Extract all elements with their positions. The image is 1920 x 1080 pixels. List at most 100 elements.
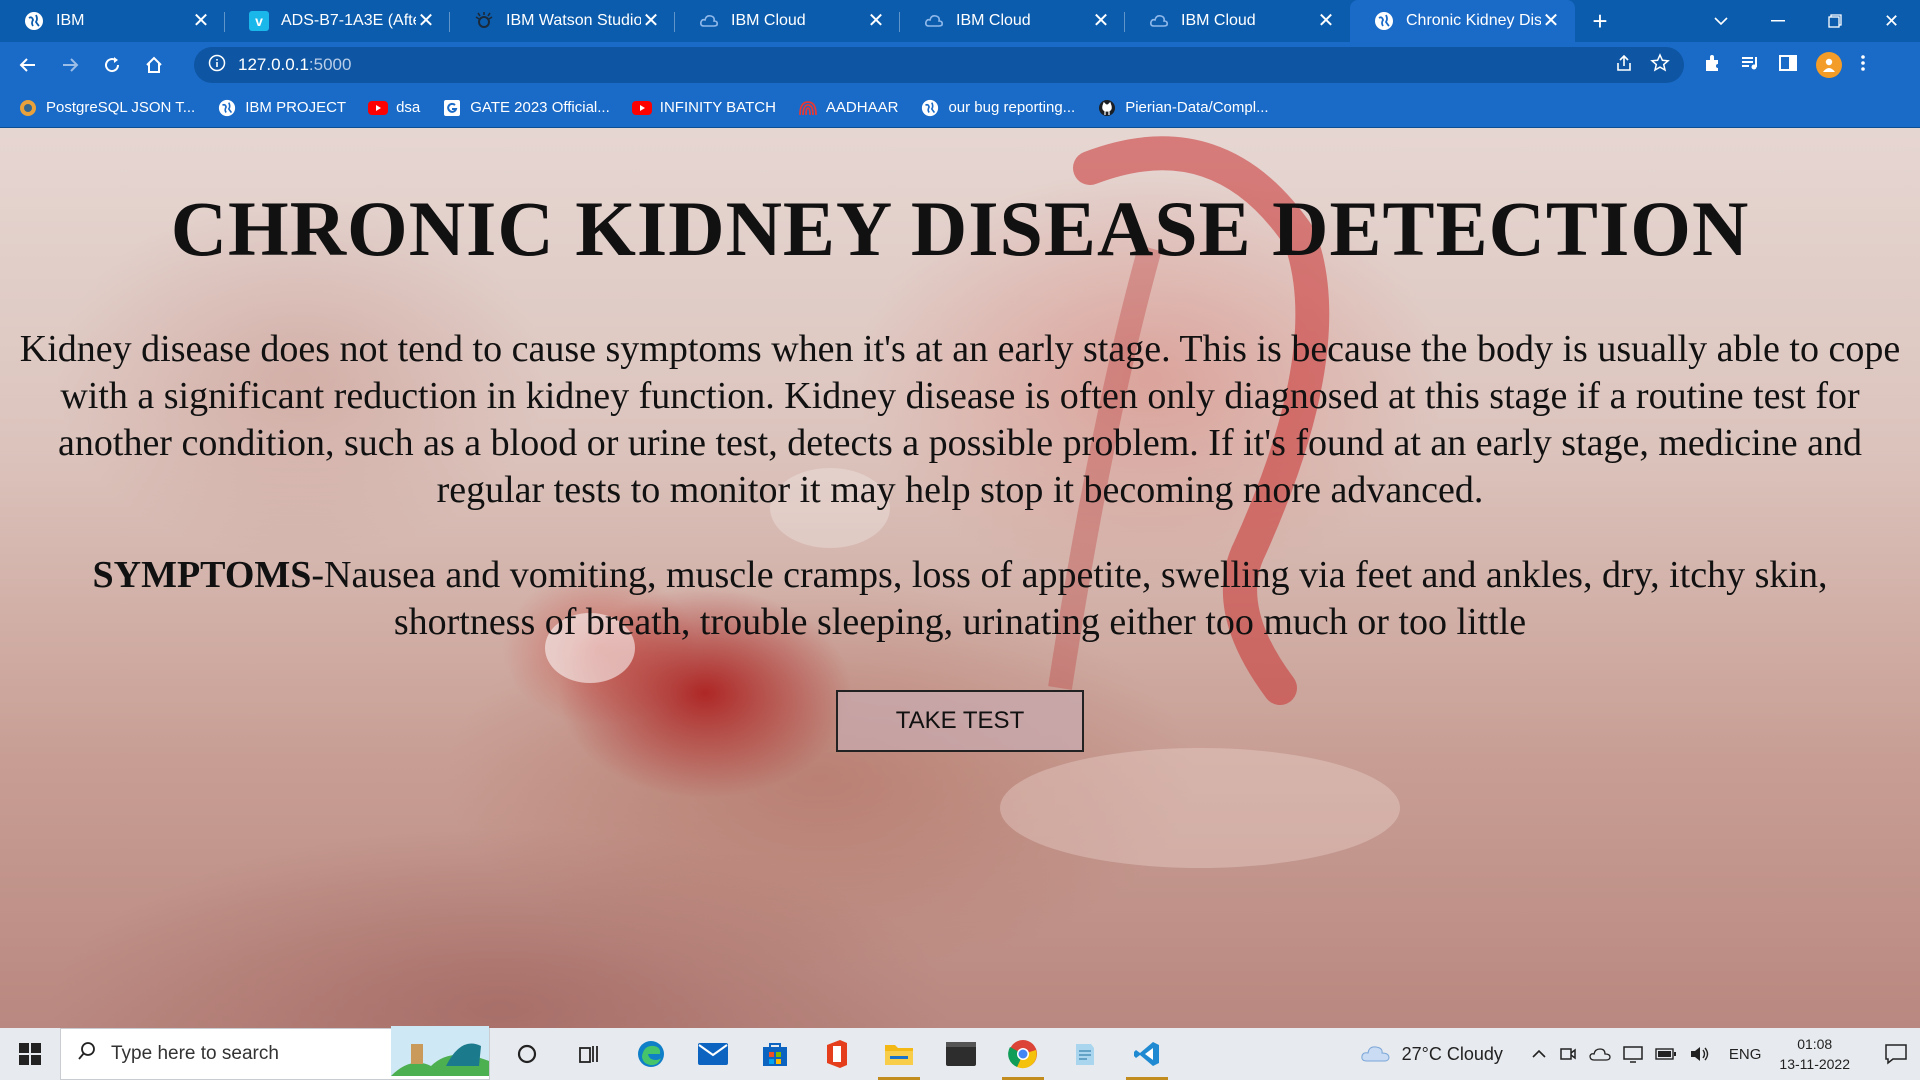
close-window-icon[interactable]: ✕ <box>1863 0 1920 42</box>
tab-title: IBM Watson Studio <box>506 12 641 29</box>
tab-title: IBM Cloud <box>956 12 1031 29</box>
close-icon[interactable]: ✕ <box>416 11 436 31</box>
extensions-icon[interactable] <box>1702 53 1722 78</box>
close-icon[interactable]: ✕ <box>641 11 661 31</box>
onedrive-icon[interactable] <box>1589 1047 1611 1061</box>
new-tab-button[interactable]: + <box>1575 0 1625 42</box>
close-icon[interactable]: ✕ <box>1316 11 1336 31</box>
task-view-icon[interactable] <box>558 1028 620 1080</box>
bookmark-label: dsa <box>396 99 421 116</box>
search-placeholder: Type here to search <box>111 1043 279 1064</box>
store-icon[interactable] <box>744 1028 806 1080</box>
media-queue-icon[interactable] <box>1740 53 1760 78</box>
tab-title: ADS-B7-1A3E (Aftern <box>281 12 416 29</box>
tab-ads[interactable]: v ADS-B7-1A3E (Aftern ✕ <box>225 0 450 42</box>
tab-chronic-kidney[interactable]: Chronic Kidney Diseas ✕ <box>1350 0 1575 42</box>
edge-icon[interactable] <box>620 1028 682 1080</box>
side-panel-icon[interactable] <box>1778 53 1798 78</box>
home-icon[interactable] <box>134 45 174 85</box>
volume-icon[interactable] <box>1689 1045 1711 1063</box>
weather-widget[interactable]: 27°C Cloudy <box>1360 1042 1503 1067</box>
notification-icon[interactable] <box>1872 1043 1920 1065</box>
minimize-icon[interactable] <box>1749 0 1806 42</box>
system-tray: 27°C Cloudy ENG 01:08 13-11-2022 <box>1360 1028 1920 1080</box>
chrome-icon[interactable] <box>992 1028 1054 1080</box>
close-icon[interactable]: ✕ <box>866 11 886 31</box>
back-arrow-icon[interactable] <box>8 45 48 85</box>
bookmark-pierian-data[interactable]: Pierian-Data/Compl... <box>1097 98 1269 118</box>
battery-icon[interactable] <box>1655 1047 1677 1061</box>
vscode-icon[interactable] <box>1116 1028 1178 1080</box>
symptoms-label: SYMPTOMS <box>92 554 312 596</box>
bookmark-infinity-batch[interactable]: INFINITY BATCH <box>631 98 776 118</box>
weather-text: 27°C Cloudy <box>1401 1043 1503 1064</box>
share-icon[interactable] <box>1614 53 1634 78</box>
cloud-icon <box>1360 1042 1392 1067</box>
restore-icon[interactable] <box>1806 0 1863 42</box>
bookmark-label: IBM PROJECT <box>245 99 347 116</box>
bookmark-postgresql[interactable]: PostgreSQL JSON T... <box>18 98 195 118</box>
tab-title: IBM Cloud <box>1181 12 1256 29</box>
close-icon[interactable]: ✕ <box>191 11 211 31</box>
star-icon[interactable] <box>1650 52 1670 78</box>
bookmark-label: our bug reporting... <box>948 99 1076 116</box>
globe-icon <box>24 11 44 31</box>
display-icon[interactable] <box>1623 1045 1643 1063</box>
watson-icon <box>474 11 494 31</box>
bookmark-dsa[interactable]: dsa <box>368 98 420 118</box>
youtube-icon <box>368 98 389 118</box>
terminal-icon[interactable] <box>930 1028 992 1080</box>
page-title: CHRONIC KIDNEY DISEASE DETECTION <box>170 185 1750 272</box>
tab-ibm-cloud-1[interactable]: IBM Cloud ✕ <box>675 0 900 42</box>
globe-icon <box>920 98 940 118</box>
reload-icon[interactable] <box>92 45 132 85</box>
tab-watson-studio[interactable]: IBM Watson Studio ✕ <box>450 0 675 42</box>
notepad-icon[interactable] <box>1054 1028 1116 1080</box>
bookmark-bug-reporting[interactable]: our bug reporting... <box>920 98 1075 118</box>
tab-search-icon[interactable] <box>1692 0 1749 42</box>
file-explorer-icon[interactable] <box>868 1028 930 1080</box>
browser-toolbar: 127.0.0.1:5000 <box>0 42 1920 88</box>
info-icon[interactable] <box>208 54 226 77</box>
bookmark-label: INFINITY BATCH <box>659 99 776 116</box>
cloud-icon <box>924 11 944 31</box>
close-icon[interactable]: ✕ <box>1541 11 1561 31</box>
bookmark-gate-2023[interactable]: GATE 2023 Official... <box>442 98 610 118</box>
svg-text:v: v <box>255 13 263 29</box>
forward-arrow-icon[interactable] <box>50 45 90 85</box>
bookmark-label: GATE 2023 Official... <box>470 99 610 116</box>
url-port: :5000 <box>308 55 352 74</box>
symptoms-paragraph: SYMPTOMS-Nausea and vomiting, muscle cra… <box>40 552 1880 646</box>
office-icon[interactable] <box>806 1028 868 1080</box>
bookmark-label: PostgreSQL JSON T... <box>46 99 196 116</box>
clock[interactable]: 01:08 13-11-2022 <box>1779 1034 1850 1074</box>
take-test-button[interactable]: TAKE TEST <box>836 690 1084 752</box>
url-host: 127.0.0.1 <box>238 55 309 74</box>
clock-time: 01:08 <box>1797 1036 1833 1052</box>
windows-start-icon[interactable] <box>0 1028 60 1080</box>
tab-ibm-cloud-3[interactable]: IBM Cloud ✕ <box>1125 0 1350 42</box>
cortana-icon[interactable] <box>496 1028 558 1080</box>
menu-kebab-icon[interactable] <box>1860 53 1866 78</box>
tab-title: Chronic Kidney Diseas <box>1406 12 1541 29</box>
bookmark-label: Pierian-Data/Compl... <box>1125 99 1269 116</box>
meet-now-icon[interactable] <box>1559 1045 1577 1063</box>
tab-ibm[interactable]: IBM ✕ <box>0 0 225 42</box>
bookmark-aadhaar[interactable]: AADHAAR <box>798 98 898 118</box>
globe-icon <box>217 98 237 118</box>
taskbar-search-box[interactable]: Type here to search <box>60 1026 490 1080</box>
bookmark-ibm-project[interactable]: IBM PROJECT <box>217 98 346 118</box>
profile-avatar[interactable] <box>1816 52 1842 78</box>
gate-icon <box>442 98 462 118</box>
language-indicator[interactable]: ENG <box>1729 1046 1762 1063</box>
address-bar[interactable]: 127.0.0.1:5000 <box>194 47 1684 83</box>
tab-title: IBM <box>56 12 85 29</box>
mail-icon[interactable] <box>682 1028 744 1080</box>
search-icon <box>77 1041 97 1067</box>
bookmarks-bar: PostgreSQL JSON T... IBM PROJECT dsa GAT… <box>0 88 1920 128</box>
tab-ibm-cloud-2[interactable]: IBM Cloud ✕ <box>900 0 1125 42</box>
close-icon[interactable]: ✕ <box>1091 11 1111 31</box>
postgres-icon <box>18 98 38 118</box>
chevron-up-icon[interactable] <box>1531 1049 1547 1059</box>
tab-strip: IBM ✕ v ADS-B7-1A3E (Aftern ✕ IBM Watson… <box>0 0 1920 42</box>
